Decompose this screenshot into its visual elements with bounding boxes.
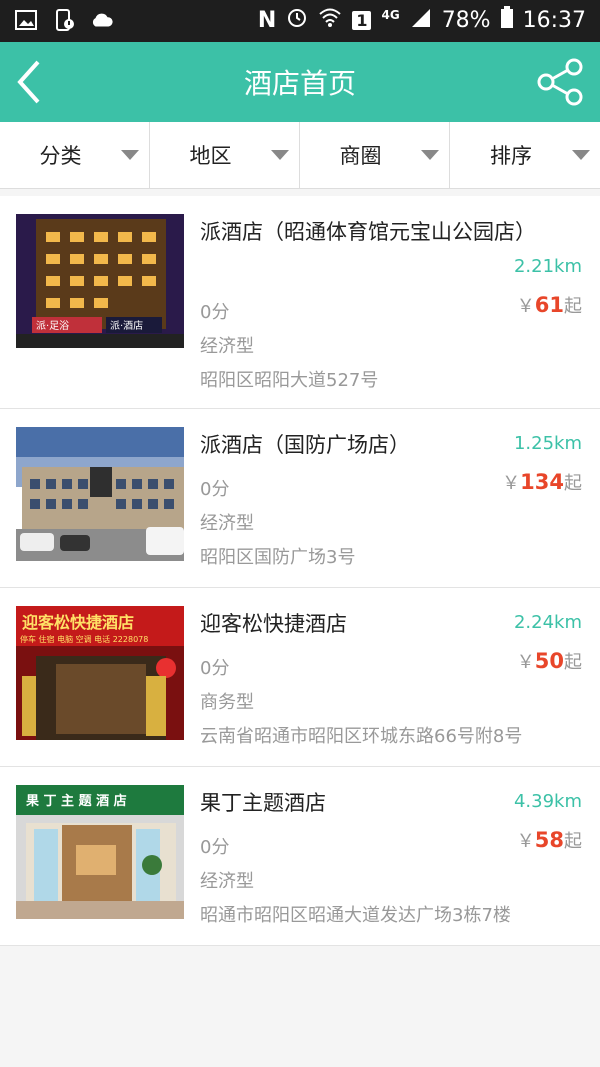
nfc-icon: N [257,7,277,33]
price-suffix: 起 [564,296,582,317]
hotel-distance: 4.39km [513,791,582,812]
hotel-name: 果丁主题酒店 [200,791,326,815]
price-suffix: 起 [564,652,582,673]
hotel-score: 0分 [200,658,230,679]
hotel-type: 经济型 [200,871,254,892]
hotel-distance: 2.21km [513,256,582,277]
sign-text: 迎客松快捷酒店 [22,613,134,632]
sign-text: 停车 住宿 电脑 空调 电话 2228078 [20,634,148,644]
hotel-price: ￥50起 [517,648,582,674]
hotel-price: ￥58起 [517,827,582,853]
hotel-distance: 2.24km [513,612,582,633]
hotel-thumbnail: 迎客松快捷酒店 停车 住宿 电脑 空调 电话 2228078 [16,606,184,740]
dropdown-arrow-icon [572,150,590,160]
hotel-price: ￥134起 [502,469,582,495]
filter-business-district[interactable]: 商圈 [300,122,450,188]
filter-region[interactable]: 地区 [150,122,300,188]
share-icon [537,58,583,106]
sim-1-icon: 1 [352,10,372,30]
dropdown-arrow-icon [271,150,289,160]
share-button[interactable] [536,57,586,107]
sign-text: 派·酒店 [110,319,143,332]
cloud-icon [90,8,114,32]
hotel-address: 云南省昭通市昭阳区环城东路66号附8号 [200,726,523,747]
hotel-score: 0分 [200,302,230,323]
filter-sort[interactable]: 排序 [450,122,600,188]
filter-label: 地区 [189,144,232,168]
filter-label: 排序 [490,144,532,168]
price-value: 61 [534,293,564,317]
network-type: 4G [381,8,400,22]
hotel-address: 昭阳区国防广场3号 [200,547,356,568]
hotel-list-item[interactable]: 迎客松快捷酒店 停车 住宿 电脑 空调 电话 2228078 迎客松快捷酒店 2… [0,588,600,767]
hotel-name: 派酒店（昭通体育馆元宝山公园店） [200,220,536,244]
price-value: 134 [520,470,564,494]
app-header: 酒店首页 [0,42,600,122]
sign-text: 派·足浴 [36,320,69,332]
price-value: 58 [534,828,564,852]
hotel-score: 0分 [200,837,230,858]
hotel-name: 派酒店（国防广场店） [200,433,410,457]
image-icon [14,8,38,32]
wifi-icon [318,7,342,33]
hotel-score: 0分 [200,479,230,500]
filter-label: 分类 [39,144,82,168]
dropdown-arrow-icon [121,150,139,160]
hotel-list-item[interactable]: 派·足浴 派·酒店 派酒店（昭通体育馆元宝山公园店） 2.21km 0分 ￥61… [0,196,600,409]
signal-4g-icon [410,7,432,33]
battery-percent: 78% [441,7,491,33]
hotel-distance: 1.25km [513,433,582,454]
hotel-thumbnail: 果 丁 主 题 酒 店 [16,785,184,919]
hotel-list-item[interactable]: 派酒店（国防广场店） 1.25km 0分 ￥134起 经济型 昭阳区国防广场3号 [0,409,600,588]
price-suffix: 起 [564,831,582,852]
hotel-type: 经济型 [200,513,254,534]
hotel-list: 派·足浴 派·酒店 派酒店（昭通体育馆元宝山公园店） 2.21km 0分 ￥61… [0,196,600,946]
currency: ￥ [516,652,535,673]
hotel-address: 昭通市昭阳区昭通大道发达广场3栋7楼 [200,905,511,926]
phone-alert-icon [52,8,76,32]
hotel-name: 迎客松快捷酒店 [200,612,347,636]
dropdown-arrow-icon [421,150,439,160]
hotel-price: ￥61起 [517,292,582,318]
hotel-type: 经济型 [200,336,254,357]
filter-category[interactable]: 分类 [0,122,150,188]
hotel-thumbnail: 派·足浴 派·酒店 [16,214,184,348]
page-title: 酒店首页 [243,67,356,100]
filter-label: 商圈 [339,144,382,168]
price-suffix: 起 [564,473,582,494]
battery-icon [500,6,513,34]
sign-text: 果 丁 主 题 酒 店 [25,793,127,809]
currency: ￥ [502,473,521,494]
hotel-address: 昭阳区昭阳大道527号 [200,370,379,391]
currency: ￥ [516,296,535,317]
alarm-icon [286,6,308,34]
hotel-thumbnail [16,427,184,561]
currency: ￥ [516,831,535,852]
status-bar: N 1 4G 78% 16:37 [0,0,600,42]
price-value: 50 [534,649,564,673]
hotel-list-item[interactable]: 果 丁 主 题 酒 店 果丁主题酒店 4.39km 0分 ￥58起 经济型 昭通… [0,767,600,946]
filter-bar: 分类 地区 商圈 排序 [0,122,600,189]
hotel-type: 商务型 [200,692,254,713]
clock: 16:37 [522,7,586,33]
